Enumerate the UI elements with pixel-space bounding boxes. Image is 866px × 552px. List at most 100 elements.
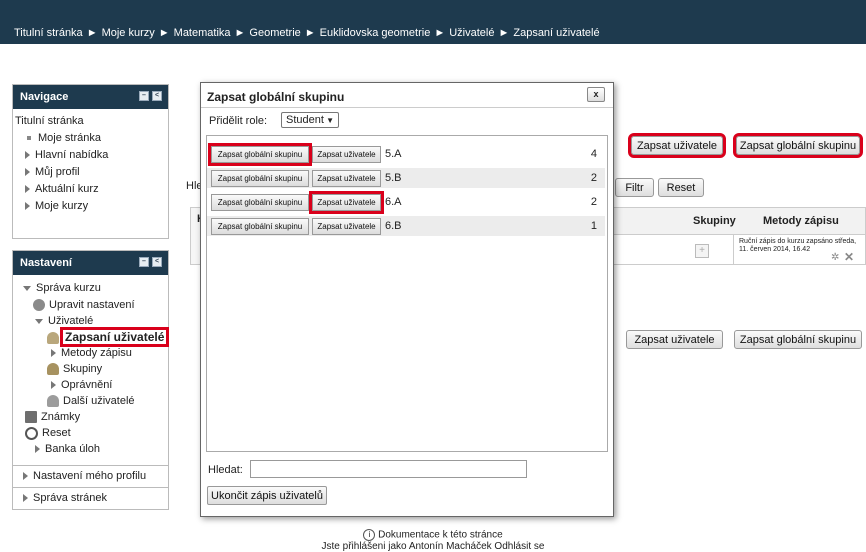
finish-enrol-button[interactable]: Ukončit zápis uživatelů: [207, 486, 327, 505]
settings-profile[interactable]: Nastavení mého profilu: [23, 470, 146, 482]
nav-item-label: Aktuální kurz: [35, 183, 99, 195]
breadcrumb-item-users[interactable]: Uživatelé: [449, 27, 494, 39]
settings-enrol-methods[interactable]: Metody zápisu: [13, 345, 168, 361]
cohort-name: 5.A: [385, 148, 402, 160]
enrol-users-5a-button[interactable]: Zapsat uživatele: [312, 146, 381, 163]
reset-icon: [25, 426, 38, 440]
column-header-groups: Skupiny: [693, 215, 736, 227]
minimize-icon[interactable]: –: [139, 91, 149, 101]
settings-item-label: Uživatelé: [48, 315, 94, 327]
cohort-name: 5.B: [385, 172, 402, 184]
enrol-cohort-button-bottom[interactable]: Zapsat globální skupinu: [734, 330, 862, 349]
settings-course-admin[interactable]: Správa kurzu: [13, 280, 168, 297]
navigation-block-header: Navigace – <: [13, 85, 168, 109]
nav-item-my-page[interactable]: Moje stránka: [15, 130, 168, 147]
expand-arrow-icon: [23, 472, 28, 481]
divider: [13, 487, 168, 488]
settings-site-admin[interactable]: Správa stránek: [23, 492, 107, 504]
breadcrumb-item-home[interactable]: Titulní stránka: [14, 27, 83, 39]
settings-block-header: Nastavení – <: [13, 251, 168, 275]
dialog-search-input[interactable]: [250, 460, 527, 478]
settings-enrolled-users[interactable]: Zapsaní uživatelé: [13, 327, 170, 347]
groups-icon: [47, 363, 59, 376]
enrol-users-button[interactable]: Zapsat uživatele: [628, 133, 726, 158]
cohort-count: 2: [590, 196, 597, 208]
top-header-bar: [0, 0, 866, 22]
list-item: Zapsat globální skupinu Zapsat uživatele…: [207, 168, 605, 188]
enrol-cohort-6b-button[interactable]: Zapsat globální skupinu: [211, 218, 309, 235]
chevron-down-icon: ▼: [326, 116, 334, 125]
breadcrumb-item-mathematics[interactable]: Matematika: [174, 27, 231, 39]
nav-item-home[interactable]: Titulní stránka: [15, 113, 168, 130]
settings-item-label: Banka úloh: [45, 443, 101, 455]
breadcrumb-item-enrolled-users: Zapsaní uživatelé: [513, 27, 600, 39]
settings-item-label: Nastavení mého profilu: [33, 470, 147, 482]
enrol-cohort-button[interactable]: Zapsat globální skupinu: [733, 133, 863, 158]
enrol-users-5b-button[interactable]: Zapsat uživatele: [312, 170, 381, 187]
users-table: Skupiny Metody zápisu + Ruční zápis do k…: [612, 207, 866, 265]
bullet-icon: [27, 136, 31, 141]
breadcrumb-item-course[interactable]: Euklidovska geometrie: [320, 27, 431, 39]
enrol-cohort-5a-button[interactable]: Zapsat globální skupinu: [208, 143, 312, 166]
breadcrumb-separator: ►: [234, 27, 246, 39]
enrol-cohort-5b-button[interactable]: Zapsat globální skupinu: [211, 170, 309, 187]
nav-item-current-course[interactable]: Aktuální kurz: [15, 181, 168, 198]
nav-item-main-menu[interactable]: Hlavní nabídka: [15, 147, 168, 164]
footer-login-prefix: Jste přihlášeni jako: [321, 541, 407, 552]
footer-logout-link[interactable]: Odhlásit se: [494, 541, 544, 552]
close-icon[interactable]: x: [587, 87, 605, 102]
nav-item-label: Moje kurzy: [35, 200, 89, 212]
footer-docs[interactable]: i Dokumentace k této stránce: [0, 529, 866, 541]
nav-item-my-profile[interactable]: Můj profil: [15, 164, 168, 181]
settings-item-label: Oprávnění: [61, 379, 113, 391]
settings-permissions[interactable]: Oprávnění: [13, 377, 168, 393]
settings-question-bank[interactable]: Banka úloh: [13, 441, 168, 457]
settings-users[interactable]: Uživatelé: [13, 313, 168, 329]
settings-item-label: Reset: [42, 427, 71, 439]
nav-item-my-courses[interactable]: Moje kurzy: [15, 198, 168, 215]
expand-arrow-icon: [35, 445, 40, 454]
reset-button[interactable]: Reset: [658, 178, 704, 197]
breadcrumb-item-my-courses[interactable]: Moje kurzy: [102, 27, 155, 39]
list-item: Zapsat globální skupinu Zapsat uživatele…: [207, 191, 605, 214]
breadcrumb-separator: ►: [158, 27, 170, 39]
enrol-cohort-6a-button[interactable]: Zapsat globální skupinu: [211, 194, 309, 211]
settings-item-label: Správa stránek: [33, 492, 107, 504]
enrol-users-6b-button[interactable]: Zapsat uživatele: [312, 218, 381, 235]
settings-block: Nastavení – < Správa kurzu Upravit nastav…: [12, 250, 170, 510]
collapse-arrow-icon: [35, 318, 43, 324]
list-item: Zapsat globální skupinu Zapsat uživatele…: [207, 216, 605, 236]
breadcrumb-separator: ►: [434, 27, 446, 39]
settings-groups[interactable]: Skupiny: [13, 361, 168, 377]
enrol-users-6a-button[interactable]: Zapsat uživatele: [309, 191, 384, 214]
settings-edit-settings[interactable]: Upravit nastavení: [13, 297, 168, 313]
minimize-icon[interactable]: –: [139, 257, 149, 267]
dock-icon[interactable]: <: [152, 257, 162, 267]
filter-button[interactable]: Filtr: [615, 178, 654, 197]
cohort-count: 2: [590, 172, 597, 184]
dialog-search-label: Hledat:: [208, 464, 243, 476]
settings-reset[interactable]: Reset: [13, 425, 168, 441]
expand-arrow-icon: [25, 168, 30, 177]
expand-arrow-icon: [25, 202, 30, 211]
settings-other-users[interactable]: Další uživatelé: [13, 393, 168, 409]
gear-icon[interactable]: ✲: [831, 252, 839, 263]
nav-item-label: Můj profil: [35, 166, 80, 178]
gear-icon: [33, 299, 45, 312]
breadcrumb-item-geometry[interactable]: Geometrie: [249, 27, 300, 39]
breadcrumb-separator: ►: [86, 27, 98, 39]
unenrol-icon[interactable]: ✕: [844, 250, 854, 264]
add-group-icon[interactable]: +: [695, 244, 709, 258]
enrol-users-button-bottom[interactable]: Zapsat uživatele: [626, 330, 723, 349]
settings-item-label: Zapsaní uživatelé: [59, 327, 170, 347]
settings-grades[interactable]: Známky: [13, 409, 168, 425]
role-select[interactable]: Student ▼: [281, 112, 339, 128]
cohort-count: 4: [590, 148, 597, 160]
nav-item-label: Hlavní nabídka: [35, 149, 109, 161]
navigation-block: Navigace – < Titulní stránka Moje stránka…: [12, 84, 169, 239]
expand-arrow-icon: [23, 494, 28, 503]
breadcrumb: Titulní stránka ► Moje kurzy ► Matematika ► Ge…: [0, 22, 866, 44]
dialog-title: Zapsat globální skupinu: [207, 90, 345, 104]
dock-icon[interactable]: <: [152, 91, 162, 101]
footer-user-link[interactable]: Antonín Macháček: [409, 541, 492, 552]
